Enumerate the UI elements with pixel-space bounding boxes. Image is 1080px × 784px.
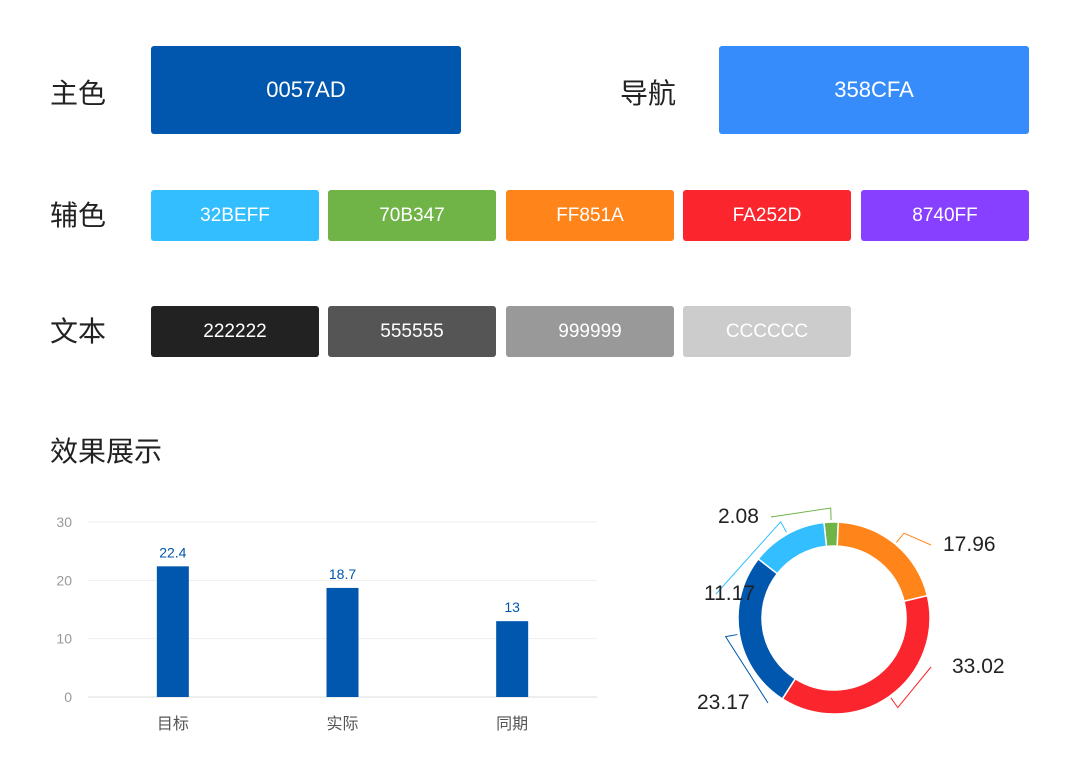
donut-slice [836, 521, 929, 603]
leader-line [896, 532, 932, 546]
slice-value-label: 33.02 [952, 655, 1005, 678]
slice-value-label: 2.08 [718, 505, 759, 528]
leader-line [770, 507, 832, 521]
donut-slice [757, 521, 828, 575]
donut-slice [737, 557, 797, 700]
slice-value-label: 11.17 [704, 582, 755, 605]
slice-value-label: 17.96 [943, 533, 996, 556]
donut-slice [781, 594, 931, 715]
slice-value-label: 23.17 [697, 691, 750, 714]
donut-chart: 2.08 17.96 33.02 23.17 11.17 [697, 505, 1005, 715]
